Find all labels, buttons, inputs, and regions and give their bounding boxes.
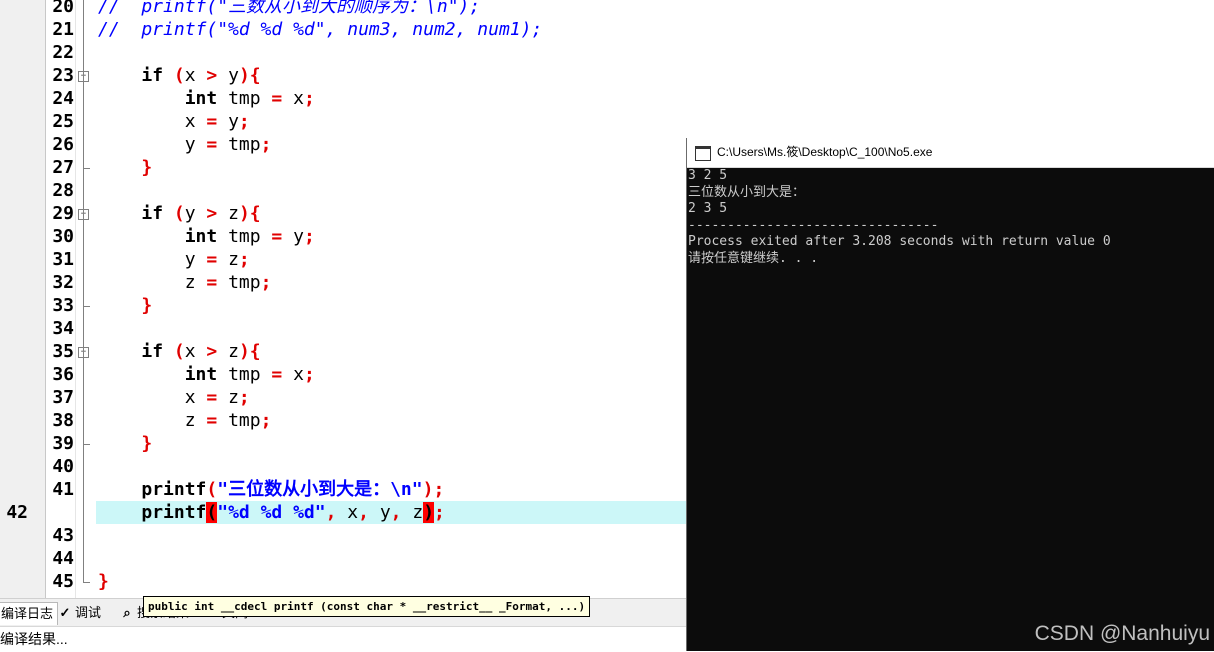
line-number: 26 xyxy=(52,134,74,155)
code-text: printf("%d %d %d", x, y, z); xyxy=(141,502,445,523)
line-number: 38 xyxy=(52,410,74,431)
line-number: 42 xyxy=(6,502,28,523)
line-number: 21 xyxy=(52,19,74,40)
code-text: } xyxy=(141,295,153,316)
console-line: 请按任意键继续. . . xyxy=(688,250,819,266)
line-number: 22 xyxy=(52,42,74,63)
tab-compile-log-label: 编译日志 xyxy=(1,606,54,621)
line-number: 20 xyxy=(52,0,74,17)
code-text: if (x > z){ xyxy=(141,341,261,362)
code-text: int tmp = x; xyxy=(184,88,315,109)
code-text: y = tmp; xyxy=(184,134,272,155)
code-text: x = y; xyxy=(184,111,250,132)
line-number: 30 xyxy=(52,226,74,247)
tab-compile-log[interactable]: 编译日志 xyxy=(0,602,59,625)
code-text: x = z; xyxy=(184,387,250,408)
line-number: 24 xyxy=(52,88,74,109)
console-line: 三位数从小到大是： xyxy=(688,184,806,200)
line-number: 34 xyxy=(52,318,74,339)
line-number: 35 xyxy=(52,341,74,362)
line-number: 36 xyxy=(52,364,74,385)
line-number: 43 xyxy=(52,525,74,546)
watermark-text: CSDN @Nanhuiyu xyxy=(1034,622,1210,645)
code-text: z = tmp; xyxy=(184,272,272,293)
code-line[interactable]: 25 x = y; xyxy=(0,110,1214,133)
code-text: int tmp = x; xyxy=(184,364,315,385)
code-text: int tmp = y; xyxy=(184,226,315,247)
function-signature-tooltip: public int __cdecl printf (const char * … xyxy=(143,596,591,617)
line-number: 33 xyxy=(52,295,74,316)
console-titlebar[interactable]: C:\Users\Ms.筱\Desktop\C_100\No5.exe xyxy=(687,138,1214,168)
console-line: 2 3 5 xyxy=(688,201,728,216)
line-number: 25 xyxy=(52,111,74,132)
code-line[interactable]: 21 // printf("%d %d %d", num3, num2, num1… xyxy=(0,18,1214,41)
code-text: } xyxy=(98,571,109,592)
console-line: -------------------------------- xyxy=(688,217,939,233)
fold-end-marker xyxy=(83,582,90,583)
line-number: 45 xyxy=(52,571,74,592)
fold-end-marker xyxy=(83,168,90,169)
console-app-icon xyxy=(695,146,711,161)
tab-debug[interactable]: ✓ 调试 xyxy=(58,602,101,624)
code-text: // printf("三数从小到大的顺序为：\n"); xyxy=(98,0,481,17)
code-text: } xyxy=(141,157,153,178)
line-number: 31 xyxy=(52,249,74,270)
code-line[interactable]: 23 if (x > y){ xyxy=(0,64,1214,87)
check-icon: ✓ xyxy=(59,605,71,620)
fold-end-marker xyxy=(83,444,90,445)
console-line: 3 2 5 xyxy=(688,168,728,183)
code-text: y = z; xyxy=(184,249,250,270)
code-text: if (y > z){ xyxy=(141,203,261,224)
search-icon: ⌕ xyxy=(123,605,131,620)
line-number: 23 xyxy=(52,65,74,86)
line-number: 40 xyxy=(52,456,74,477)
compile-output-text: 编译结果... xyxy=(0,626,686,652)
line-number: 37 xyxy=(52,387,74,408)
code-text: } xyxy=(141,433,153,454)
line-number: 27 xyxy=(52,157,74,178)
console-title: C:\Users\Ms.筱\Desktop\C_100\No5.exe xyxy=(717,145,933,159)
fold-end-marker xyxy=(83,306,90,307)
line-number: 39 xyxy=(52,433,74,454)
line-number: 32 xyxy=(52,272,74,293)
line-number: 44 xyxy=(52,548,74,569)
code-text: if (x > y){ xyxy=(141,65,261,86)
code-line[interactable]: 22 xyxy=(0,41,1214,64)
code-text: // printf("%d %d %d", num3, num2, num1); xyxy=(98,19,543,40)
fold-guide-line xyxy=(83,0,84,582)
code-line[interactable]: 20 // printf("三数从小到大的顺序为：\n"); xyxy=(0,0,1214,18)
code-line[interactable]: 24 int tmp = x; xyxy=(0,87,1214,110)
console-line: Process exited after 3.208 seconds with … xyxy=(688,234,1111,249)
console-output[interactable]: 3 2 5 三位数从小到大是： 2 3 5 ------------------… xyxy=(687,168,1214,651)
code-text: z = tmp; xyxy=(184,410,272,431)
tab-debug-label: 调试 xyxy=(75,605,102,620)
line-number: 41 xyxy=(52,479,74,500)
line-number: 28 xyxy=(52,180,74,201)
line-number: 29 xyxy=(52,203,74,224)
code-text: printf("三位数从小到大是：\n"); xyxy=(141,479,445,500)
console-window[interactable]: C:\Users\Ms.筱\Desktop\C_100\No5.exe 3 2 … xyxy=(686,138,1214,651)
